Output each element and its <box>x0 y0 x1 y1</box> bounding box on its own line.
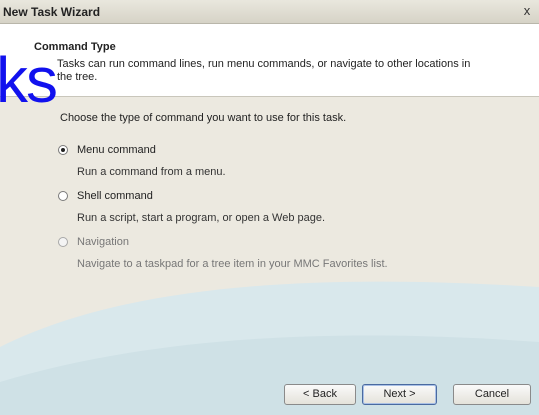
menu-command-description: Run a command from a menu. <box>77 166 226 178</box>
wizard-header: Command Type Tasks can run command lines… <box>0 24 539 97</box>
intro-text: Choose the type of command you want to u… <box>60 112 347 124</box>
title-bar: New Task Wizard x <box>0 0 539 24</box>
menu-command-label[interactable]: Menu command <box>77 144 156 156</box>
page-title: Command Type <box>34 41 116 53</box>
shell-command-radio[interactable] <box>58 191 68 201</box>
close-icon[interactable]: x <box>519 3 535 19</box>
cancel-button[interactable]: Cancel <box>453 384 531 405</box>
back-button[interactable]: < Back <box>284 384 356 405</box>
navigation-label[interactable]: Navigation <box>77 236 129 248</box>
window-title: New Task Wizard <box>3 5 101 19</box>
next-button[interactable]: Next > <box>362 384 437 405</box>
menu-command-radio[interactable] <box>58 145 68 155</box>
shell-command-label[interactable]: Shell command <box>77 190 153 202</box>
navigation-description: Navigate to a taskpad for a tree item in… <box>77 258 388 270</box>
page-description: Tasks can run command lines, run menu co… <box>57 58 471 83</box>
shell-command-description: Run a script, start a program, or open a… <box>77 212 326 224</box>
navigation-radio[interactable] <box>58 237 68 247</box>
